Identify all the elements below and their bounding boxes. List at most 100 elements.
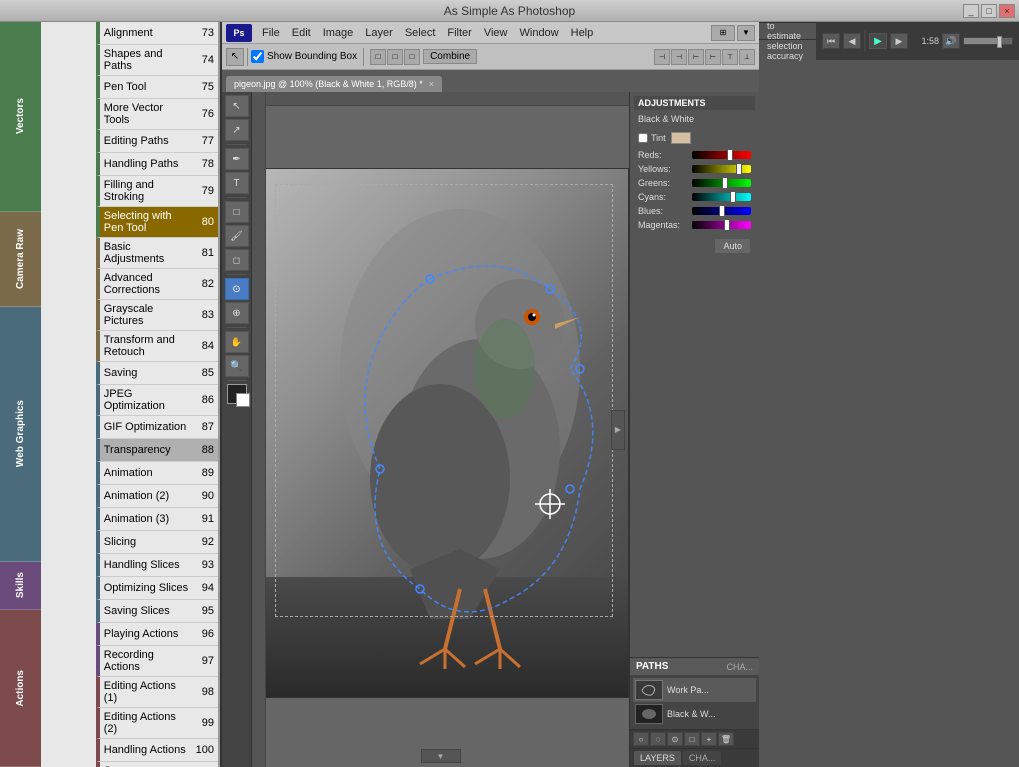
menu-edit[interactable]: Edit xyxy=(286,25,317,41)
menu-help[interactable]: Help xyxy=(565,25,600,41)
type-tool[interactable]: T xyxy=(225,172,249,194)
panel-options[interactable]: ▼ xyxy=(737,25,755,41)
ps-document-tab[interactable]: pigeon.jpg @ 100% (Black & White 1, RGB/… xyxy=(226,76,442,92)
panel-view-toggle[interactable]: ⊞ xyxy=(711,25,735,41)
canvas-scroll-bottom[interactable]: ▼ xyxy=(421,749,461,763)
chapter-item[interactable]: Recording Actions 97 xyxy=(96,646,218,677)
path-item-bw[interactable]: Black & W... xyxy=(633,702,756,726)
zoom-tool[interactable]: 🔍 xyxy=(225,355,249,377)
skills-tab[interactable]: Skills xyxy=(0,562,41,610)
shape-tool[interactable]: □ xyxy=(225,201,249,223)
menu-view[interactable]: View xyxy=(478,25,514,41)
close-button[interactable]: × xyxy=(999,4,1015,18)
reds-slider[interactable] xyxy=(692,151,751,159)
chapter-item[interactable]: Saving Slices 95 xyxy=(96,600,218,623)
chapter-item[interactable]: Handling Slices 93 xyxy=(96,554,218,577)
chapter-item[interactable]: Shapes and Paths 74 xyxy=(96,45,218,76)
chapter-item[interactable]: Slicing 92 xyxy=(96,531,218,554)
chapter-item[interactable]: Playing Actions 96 xyxy=(96,623,218,646)
chapter-item[interactable]: Editing Actions (1) 98 xyxy=(96,677,218,708)
maximize-button[interactable]: □ xyxy=(981,4,997,18)
path-delete-button[interactable]: 🗑 xyxy=(718,732,734,746)
chapter-item[interactable]: Handling Paths 78 xyxy=(96,153,218,176)
timeline-next-frame[interactable]: ▶ xyxy=(890,33,908,49)
cyans-slider[interactable] xyxy=(692,193,751,201)
chapter-item[interactable]: Editing Paths 77 xyxy=(96,130,218,153)
layers-tab[interactable]: LAYERS xyxy=(634,751,681,765)
eraser-tool[interactable]: ◻ xyxy=(225,249,249,271)
ps-canvas[interactable]: ▶ ▼ xyxy=(252,92,629,767)
window-controls[interactable]: _ □ × xyxy=(963,4,1015,18)
greens-slider[interactable] xyxy=(692,179,751,187)
paths-tab-channels[interactable]: CHA... xyxy=(726,662,753,672)
tint-color-swatch[interactable] xyxy=(671,132,691,144)
brush-tool[interactable]: 🖌 xyxy=(225,225,249,247)
camera-raw-tab[interactable]: Camera Raw xyxy=(0,212,41,307)
menu-file[interactable]: File xyxy=(256,25,286,41)
chapter-item[interactable]: Saving 85 xyxy=(96,362,218,385)
magentas-slider[interactable] xyxy=(692,221,751,229)
foreground-color[interactable] xyxy=(227,384,247,404)
chapter-item[interactable]: Grayscale Pictures 83 xyxy=(96,300,218,331)
menu-image[interactable]: Image xyxy=(317,25,360,41)
crop-tool[interactable]: ⊕ xyxy=(225,302,249,324)
timeline-track[interactable]: 2 3 4 5 6 7 8 xyxy=(864,30,866,52)
path-mask-button[interactable]: □ xyxy=(684,732,700,746)
chapter-item[interactable]: Optimizing Slices 94 xyxy=(96,577,218,600)
chapter-item[interactable]: Advanced Corrections 82 xyxy=(96,269,218,300)
chapter-item[interactable]: More Vector Tools 76 xyxy=(96,99,218,130)
actions-tab[interactable]: Actions xyxy=(0,610,41,767)
menu-window[interactable]: Window xyxy=(514,25,565,41)
timeline-play-button[interactable]: ▶ xyxy=(869,33,887,49)
chapter-item[interactable]: Transform and Retouch 84 xyxy=(96,331,218,362)
close-tab-icon[interactable]: × xyxy=(429,79,434,89)
selection-tool-icon[interactable]: ↖ xyxy=(226,48,244,66)
tint-checkbox[interactable] xyxy=(638,133,648,143)
chapter-item[interactable]: Animation 89 xyxy=(96,462,218,485)
chapter-item[interactable]: Animation (2) 90 xyxy=(96,485,218,508)
chapter-item[interactable]: Some Workarounds (1) 101 xyxy=(96,762,218,767)
canvas-scroll-right[interactable]: ▶ xyxy=(611,410,625,450)
path-fill-button[interactable]: ○ xyxy=(633,732,649,746)
audio-slider-container[interactable] xyxy=(963,37,1013,45)
chapter-item[interactable]: Editing Actions (2) 99 xyxy=(96,708,218,739)
pen-tool[interactable]: ✒ xyxy=(225,148,249,170)
chapter-item[interactable]: Pen Tool 75 xyxy=(96,76,218,99)
yellows-slider[interactable] xyxy=(692,165,751,173)
timeline-prev-frame[interactable]: ◀ xyxy=(843,33,861,49)
chapter-item[interactable]: Animation (3) 91 xyxy=(96,508,218,531)
chapter-item[interactable]: Filling and Stroking 79 xyxy=(96,176,218,207)
lasso-tool[interactable]: ⊙ xyxy=(225,278,249,300)
path-item-work[interactable]: Work Pa... xyxy=(633,678,756,702)
selection-tool[interactable]: ↖ xyxy=(225,95,249,117)
align-tools[interactable]: ⊣ ⊣ ⊢ ⊢ ⊤ ⊥ xyxy=(654,49,755,65)
chapter-item[interactable]: Basic Adjustments 81 xyxy=(96,238,218,269)
path-stroke-button[interactable]: ◌ xyxy=(650,732,666,746)
hand-tool[interactable]: ✋ xyxy=(225,331,249,353)
skills-label: Skills xyxy=(15,572,26,598)
transform-controls[interactable]: □ □ □ xyxy=(370,49,420,65)
chapter-item[interactable]: GIF Optimization 87 xyxy=(96,416,218,439)
menu-filter[interactable]: Filter xyxy=(441,25,477,41)
auto-button[interactable]: Auto xyxy=(714,238,751,254)
chapter-item[interactable]: Alignment 73 xyxy=(96,22,218,45)
channels-tab[interactable]: CHA... xyxy=(683,751,722,765)
path-new-button[interactable]: + xyxy=(701,732,717,746)
direct-select-tool[interactable]: ↗ xyxy=(225,119,249,141)
combine-button[interactable]: Combine xyxy=(423,49,477,64)
blues-slider[interactable] xyxy=(692,207,751,215)
audio-toggle[interactable]: 🔊 xyxy=(942,33,960,49)
vectors-tab[interactable]: Vectors xyxy=(0,22,41,212)
chapter-item[interactable]: Handling Actions 100 xyxy=(96,739,218,762)
timeline-playhead[interactable] xyxy=(865,31,866,51)
menu-layer[interactable]: Layer xyxy=(359,25,399,41)
minimize-button[interactable]: _ xyxy=(963,4,979,18)
menu-select[interactable]: Select xyxy=(399,25,442,41)
timeline-rewind[interactable]: ⏮ xyxy=(822,33,840,49)
chapter-item[interactable]: Transparency 88 xyxy=(96,439,218,462)
chapter-item-active[interactable]: Selecting with Pen Tool 80 xyxy=(96,207,218,238)
show-bounding-box-checkbox[interactable] xyxy=(251,50,264,63)
path-select-button[interactable]: ⊙ xyxy=(667,732,683,746)
web-graphics-tab[interactable]: Web Graphics xyxy=(0,307,41,562)
chapter-item[interactable]: JPEG Optimization 86 xyxy=(96,385,218,416)
